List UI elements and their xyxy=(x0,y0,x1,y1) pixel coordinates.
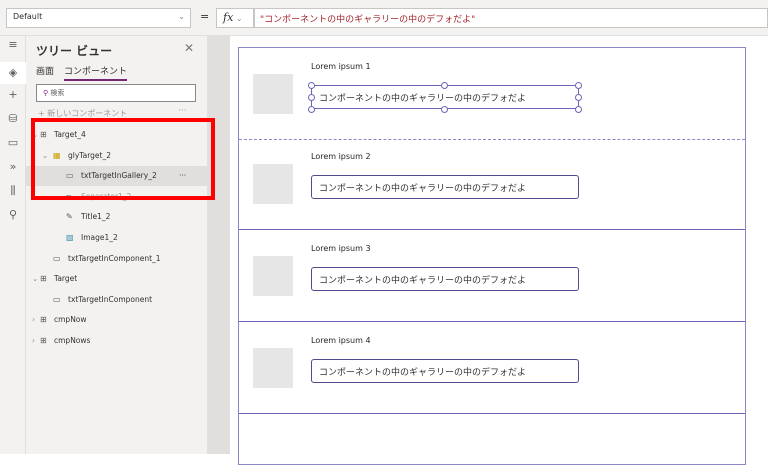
resize-handle[interactable] xyxy=(308,82,315,89)
resize-handle[interactable] xyxy=(441,106,448,113)
resize-handle[interactable] xyxy=(308,94,315,101)
image-icon: ▨ xyxy=(66,233,74,242)
resize-handle[interactable] xyxy=(575,82,582,89)
database-icon[interactable]: ⛁ xyxy=(0,112,26,125)
tree-item-label: Target xyxy=(54,274,78,283)
component-icon: ⊞ xyxy=(40,336,47,345)
equals-sign: = xyxy=(200,10,210,23)
search-input[interactable]: ⚲ 検索 xyxy=(36,84,196,102)
tree-item-image1-2[interactable]: ▨ Image1_2 xyxy=(26,228,207,248)
formula-bar: Default ⌄ = fx ⌄ "コンポーネントの中のギャラリーの中のデフォだよ… xyxy=(0,0,768,36)
highlight-annotation-box xyxy=(31,118,215,200)
edit-label-icon: ✎ xyxy=(66,212,73,221)
gallery-row[interactable]: Lorem ipsum 1 コンポーネントの中のギャラリーの中のデフォだよ xyxy=(239,48,745,140)
search-placeholder: 検索 xyxy=(50,89,65,97)
text-input[interactable]: コンポーネントの中のギャラリーの中のデフォだよ xyxy=(311,267,579,291)
component-icon: ⊞ xyxy=(40,274,47,283)
power-automate-icon[interactable]: » xyxy=(0,160,26,173)
plus-icon[interactable]: + xyxy=(0,88,26,101)
search-icon[interactable]: ⚲ xyxy=(0,208,26,221)
resize-handle[interactable] xyxy=(575,106,582,113)
gallery-row[interactable]: Lorem ipsum 3 コンポーネントの中のギャラリーの中のデフォだよ xyxy=(239,230,745,322)
tree-item-txttargetincomponent-1[interactable]: ▭ txtTargetInComponent_1 xyxy=(26,249,207,269)
resize-handle[interactable] xyxy=(308,106,315,113)
fx-icon: fx xyxy=(223,11,234,24)
tree-item-cmpnow[interactable]: › ⊞ cmpNow xyxy=(26,310,207,330)
tree-view-panel: ツリー ビュー ✕ 画面 コンポーネント ⚲ 検索 + 新しいコンポーネント ·… xyxy=(26,36,207,454)
canvas-background xyxy=(207,36,230,454)
tree-item-label: Title1_2 xyxy=(81,212,111,221)
image-placeholder-icon xyxy=(253,256,293,296)
plus-icon: + xyxy=(38,109,48,118)
tree-item-label: cmpNow xyxy=(54,315,87,324)
tree-item-label: Image1_2 xyxy=(81,233,118,242)
hamburger-menu-icon[interactable]: ≡ xyxy=(0,38,26,51)
text-input-icon: ▭ xyxy=(53,295,61,304)
left-rail: ≡ ◈ + ⛁ ▭ » ⫼ ⚲ xyxy=(0,36,26,454)
property-dropdown[interactable]: Default ⌄ xyxy=(6,8,191,28)
text-input[interactable]: コンポーネントの中のギャラリーの中のデフォだよ xyxy=(311,175,579,199)
resize-handle[interactable] xyxy=(441,82,448,89)
tree-item-target[interactable]: ⌄ ⊞ Target xyxy=(26,269,207,289)
tools-icon[interactable]: ⫼ xyxy=(0,184,26,198)
component-canvas: Lorem ipsum 1 コンポーネントの中のギャラリーの中のデフォだよ Lo… xyxy=(230,36,768,465)
resize-handle[interactable] xyxy=(575,94,582,101)
tree-item-txttargetincomponent[interactable]: ▭ txtTargetInComponent xyxy=(26,290,207,310)
tree-item-label: cmpNows xyxy=(54,336,91,345)
chevron-down-icon: ⌄ xyxy=(32,274,39,283)
text-input[interactable]: コンポーネントの中のギャラリーの中のデフォだよ xyxy=(311,359,579,383)
gallery-row[interactable]: Lorem ipsum 4 コンポーネントの中のギャラリーの中のデフォだよ xyxy=(239,322,745,414)
media-icon[interactable]: ▭ xyxy=(0,136,26,149)
row-title: Lorem ipsum 2 xyxy=(311,152,371,161)
image-placeholder-icon xyxy=(253,348,293,388)
layers-icon[interactable]: ◈ xyxy=(0,62,26,84)
gallery[interactable]: Lorem ipsum 1 コンポーネントの中のギャラリーの中のデフォだよ Lo… xyxy=(238,47,746,465)
image-placeholder-icon xyxy=(253,164,293,204)
chevron-down-icon: ⌄ xyxy=(178,12,185,21)
chevron-right-icon: › xyxy=(32,315,35,324)
tab-screens[interactable]: 画面 xyxy=(36,64,54,77)
more-icon[interactable]: ··· xyxy=(178,106,187,116)
fx-button[interactable]: fx ⌄ xyxy=(216,8,254,28)
row-title: Lorem ipsum 1 xyxy=(311,62,371,71)
tab-components[interactable]: コンポーネント xyxy=(64,64,128,81)
row-title: Lorem ipsum 3 xyxy=(311,244,371,253)
panel-title: ツリー ビュー xyxy=(36,44,113,58)
chevron-right-icon: › xyxy=(32,336,35,345)
tree-item-label: txtTargetInComponent_1 xyxy=(68,254,161,263)
row-title: Lorem ipsum 4 xyxy=(311,336,371,345)
tree-item-title1-2[interactable]: ✎ Title1_2 xyxy=(26,207,207,227)
property-value: Default xyxy=(13,12,43,21)
formula-input[interactable]: "コンポーネントの中のギャラリーの中のデフォだよ" xyxy=(254,8,768,28)
tree-item-cmpnows[interactable]: › ⊞ cmpNows xyxy=(26,331,207,351)
text-input-icon: ▭ xyxy=(53,254,61,263)
image-placeholder-icon xyxy=(253,74,293,114)
new-component-label: 新しいコンポーネント xyxy=(47,109,128,118)
gallery-row[interactable]: Lorem ipsum 2 コンポーネントの中のギャラリーの中のデフォだよ xyxy=(239,138,745,230)
tree-item-label: txtTargetInComponent xyxy=(68,295,153,304)
component-icon: ⊞ xyxy=(40,315,47,324)
close-icon[interactable]: ✕ xyxy=(184,41,194,55)
